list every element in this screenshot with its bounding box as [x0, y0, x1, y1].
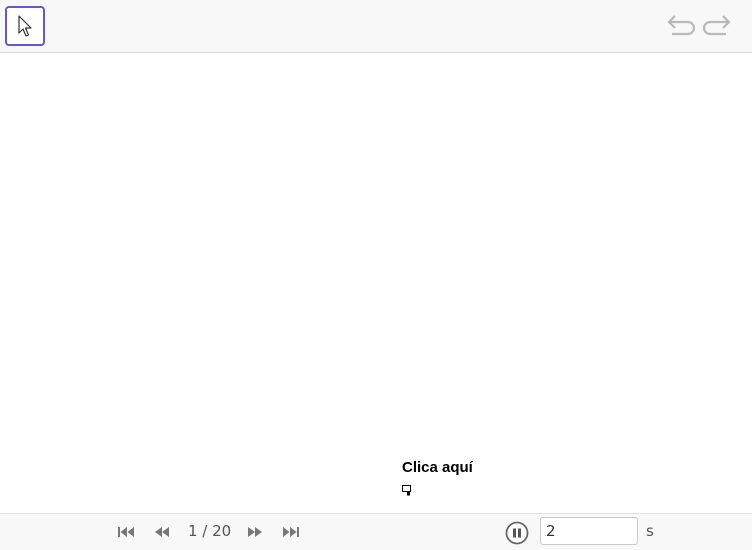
graphics-canvas[interactable]: Clica aquí	[0, 53, 752, 513]
redo-icon	[702, 15, 731, 36]
speed-unit-label: s	[646, 522, 654, 540]
next-step-button[interactable]	[244, 524, 266, 540]
rewind-icon	[155, 527, 169, 537]
slide-playbar: 1 / 20 s	[0, 513, 752, 550]
pause-icon[interactable]	[505, 521, 529, 545]
checkbox-icon[interactable]	[402, 485, 412, 496]
pointer-arrow-icon	[18, 15, 32, 37]
step-counter: 1 / 20	[188, 522, 232, 540]
first-step-button[interactable]	[115, 524, 137, 540]
fast-forward-icon	[248, 527, 262, 537]
redo-button[interactable]	[701, 12, 733, 42]
skip-to-last-icon	[283, 527, 299, 537]
last-step-button[interactable]	[280, 524, 302, 540]
skip-to-first-icon	[118, 527, 134, 537]
click-here-label: Clica aquí	[402, 459, 473, 476]
move-tool-button[interactable]	[5, 6, 45, 46]
speed-input[interactable]	[540, 517, 638, 545]
toolbar	[0, 0, 752, 53]
undo-icon	[667, 15, 696, 36]
undo-button[interactable]	[665, 12, 697, 42]
previous-step-button[interactable]	[151, 524, 173, 540]
